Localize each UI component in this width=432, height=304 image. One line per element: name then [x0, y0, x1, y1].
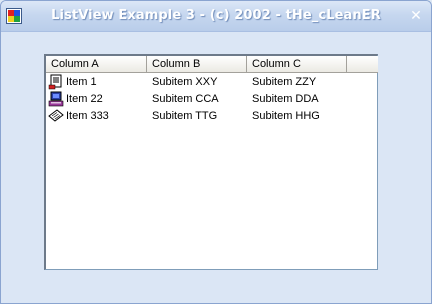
close-icon: ✕: [410, 8, 422, 24]
list-item[interactable]: Item 22 Subitem CCA Subitem DDA: [46, 91, 378, 107]
item-label: Item 1: [66, 76, 97, 88]
window-title: ListView Example 3 - (c) 2002 - tHe_cLea…: [51, 8, 381, 23]
subitem-b: Subitem CCA: [152, 93, 219, 105]
computer-icon: [48, 91, 64, 107]
column-header-b[interactable]: Column B: [147, 56, 247, 72]
subitem-b: Subitem TTG: [152, 110, 218, 122]
subitem-b: Subitem XXY: [152, 76, 218, 88]
subitem-c: Subitem HHG: [252, 110, 320, 122]
client-area: Column A Column B Column C Item 1 Subite…: [1, 32, 431, 303]
list-item[interactable]: Item 333 Subitem TTG Subitem HHG: [46, 108, 378, 124]
list-item[interactable]: Item 1 Subitem XXY Subitem ZZY: [46, 74, 378, 90]
column-header-c[interactable]: Column C: [247, 56, 347, 72]
column-header-filler: [347, 56, 378, 72]
application-window: ListView Example 3 - (c) 2002 - tHe_cLea…: [0, 0, 432, 304]
subitem-c: Subitem ZZY: [252, 76, 317, 88]
title-bar[interactable]: ListView Example 3 - (c) 2002 - tHe_cLea…: [1, 1, 431, 32]
list-header: Column A Column B Column C: [46, 56, 378, 73]
item-label: Item 333: [66, 110, 109, 122]
document-icon: [48, 74, 62, 90]
close-button[interactable]: ✕: [406, 7, 426, 25]
paper-icon: [48, 109, 64, 122]
subitem-c: Subitem DDA: [252, 93, 319, 105]
item-label: Item 22: [66, 93, 103, 105]
column-header-a[interactable]: Column A: [46, 56, 147, 72]
list-view[interactable]: Column A Column B Column C Item 1 Subite…: [44, 54, 378, 270]
